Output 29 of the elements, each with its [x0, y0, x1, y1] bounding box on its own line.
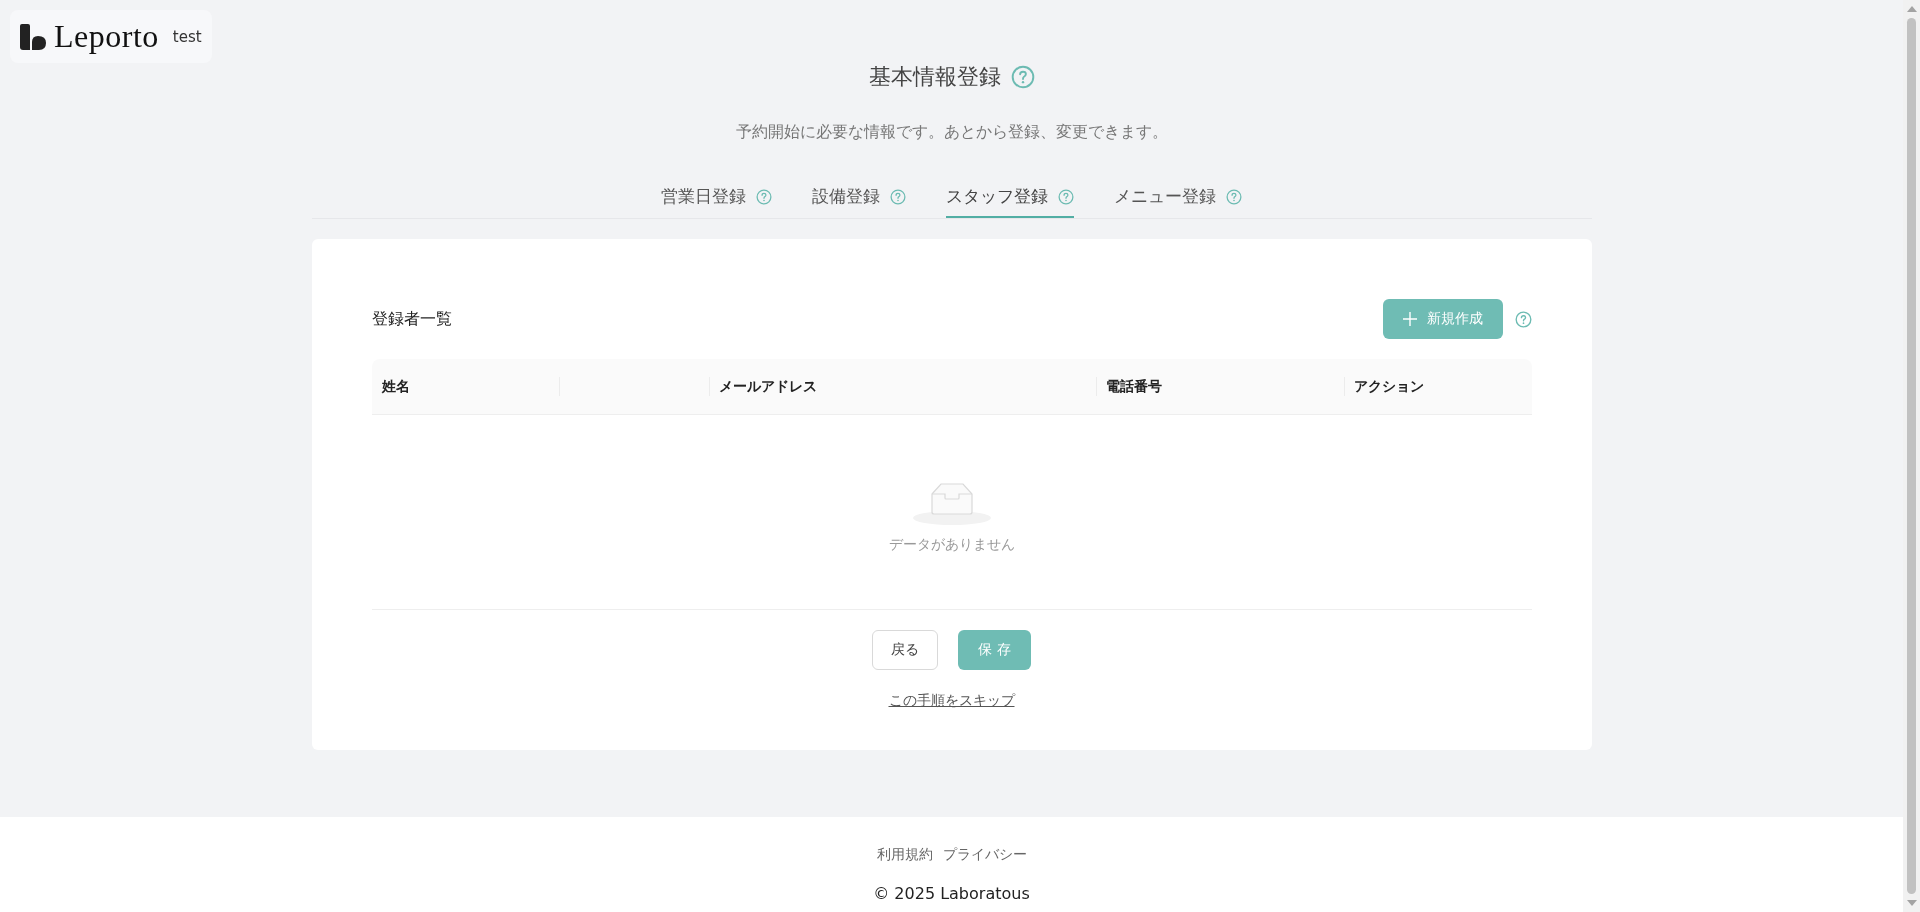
plus-icon	[1402, 312, 1417, 326]
page-title: 基本情報登録	[868, 63, 1001, 91]
logo[interactable]: Leporto test	[10, 10, 212, 63]
step-tab[interactable]: スタッフ登録	[946, 185, 1074, 218]
empty-message: データがありません	[888, 536, 1015, 554]
help-icon[interactable]	[756, 188, 772, 205]
footer-link[interactable]: 利用規約	[876, 846, 933, 864]
step-tab[interactable]: 設備登録	[812, 185, 906, 218]
page-subtitle: 予約開始に必要な情報です。あとから登録、変更できます。	[735, 122, 1168, 143]
help-icon[interactable]	[1010, 65, 1035, 89]
help-icon[interactable]	[1226, 188, 1242, 205]
back-button[interactable]: 戻る	[872, 630, 939, 670]
help-icon[interactable]	[890, 188, 906, 205]
logo-name: Leporto	[54, 18, 159, 55]
step-tab[interactable]: 営業日登録	[661, 185, 772, 218]
help-icon[interactable]	[1514, 310, 1532, 328]
column-header: アクション	[1353, 377, 1424, 396]
logo-mark-icon	[20, 23, 46, 50]
scrollbar[interactable]	[1903, 0, 1920, 912]
help-icon[interactable]	[1058, 188, 1074, 205]
environment-label: test	[172, 27, 202, 46]
column-header: メールアドレス	[718, 377, 817, 396]
step-tab[interactable]: メニュー登録	[1114, 185, 1242, 218]
skip-link[interactable]: この手順をスキップ	[888, 692, 1015, 710]
copyright: © 2025 Laboratous	[873, 884, 1030, 903]
column-header: 姓名	[381, 377, 410, 396]
footer-link[interactable]: プライバシー	[942, 846, 1027, 864]
column-header: 電話番号	[1105, 377, 1162, 396]
section-title: 登録者一覧	[371, 308, 452, 330]
